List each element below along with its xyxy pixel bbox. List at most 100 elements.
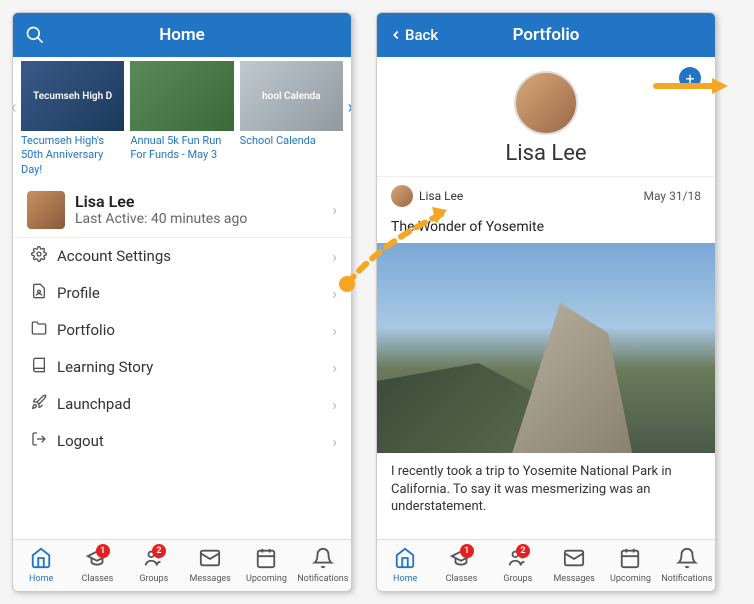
chevron-right-icon: › (332, 200, 337, 219)
chevron-right-icon: › (332, 321, 337, 340)
page-title: Portfolio (513, 25, 580, 45)
profile-subtitle: Last Active: 40 minutes ago (75, 211, 247, 227)
carousel-prev[interactable]: ‹ (13, 97, 16, 118)
news-card-caption[interactable]: School Calenda (240, 134, 343, 148)
post-author-name: Lisa Lee (419, 189, 463, 203)
post-date: May 31/18 (644, 189, 702, 203)
news-card-image: Tecumseh High D (21, 61, 124, 131)
back-label: Back (405, 26, 438, 44)
home-icon (394, 547, 416, 574)
profile-doc-icon (31, 283, 47, 303)
portfolio-header: Back Portfolio (377, 13, 715, 57)
chevron-right-icon: › (332, 247, 337, 266)
search-icon (25, 25, 45, 45)
tab-upcoming[interactable]: Upcoming (602, 540, 658, 591)
tab-home[interactable]: Home (377, 540, 433, 591)
tab-label: Notifications (661, 574, 712, 584)
menu-item-learning-story[interactable]: Learning Story › (13, 349, 351, 386)
logout-icon (31, 431, 47, 451)
news-card-caption[interactable]: Annual 5k Fun Run For Funds - May 3 (130, 134, 233, 163)
menu-item-label: Launchpad (57, 395, 131, 413)
tab-messages[interactable]: Messages (546, 540, 602, 591)
home-icon (30, 547, 52, 574)
tab-classes[interactable]: Classes 1 (69, 540, 125, 591)
chevron-right-icon: › (332, 432, 337, 451)
tab-notifications[interactable]: Notifications (295, 540, 351, 591)
gear-icon (31, 246, 47, 266)
chevron-right-icon: › (332, 395, 337, 414)
post-image (377, 243, 715, 453)
messages-icon (563, 547, 585, 574)
tab-groups[interactable]: Groups 2 (126, 540, 182, 591)
avatar (514, 71, 578, 135)
back-button[interactable]: Back (389, 26, 438, 44)
tab-badge: 2 (152, 544, 166, 558)
tab-upcoming[interactable]: Upcoming (238, 540, 294, 591)
menu-item-label: Account Settings (57, 247, 171, 265)
tab-label: Home (393, 574, 417, 584)
menu-item-label: Learning Story (57, 358, 153, 376)
upcoming-icon (255, 547, 277, 574)
book-icon (31, 357, 47, 377)
tab-badge: 1 (96, 544, 110, 558)
tab-groups[interactable]: Groups 2 (490, 540, 546, 591)
chevron-right-icon: › (332, 284, 337, 303)
tab-label: Classes (82, 574, 114, 584)
portfolio-user-header: + Lisa Lee (377, 57, 715, 177)
tab-classes[interactable]: Classes 1 (433, 540, 489, 591)
tab-badge: 1 (460, 544, 474, 558)
home-screen: Home ‹ Tecumseh High D Tecumseh High's 5… (12, 12, 352, 592)
messages-icon (199, 547, 221, 574)
folder-icon (31, 320, 47, 340)
menu-item-label: Portfolio (57, 321, 115, 339)
news-card-caption[interactable]: Tecumseh High's 50th Anniversary Day! (21, 134, 124, 177)
tab-label: Groups (139, 574, 168, 584)
menu-item-label: Profile (57, 284, 100, 302)
news-carousel: ‹ Tecumseh High D Tecumseh High's 50th A… (13, 57, 351, 183)
tab-bar: Home Classes 1 Groups 2 Messages Upcoming Notif… (13, 539, 351, 591)
post-body: I recently took a trip to Yosemite Natio… (377, 453, 715, 526)
menu-item-account-settings[interactable]: Account Settings › (13, 238, 351, 275)
tab-label: Upcoming (610, 574, 651, 584)
profile-name: Lisa Lee (75, 192, 247, 211)
tab-badge: 2 (516, 544, 530, 558)
tab-label: Upcoming (246, 574, 287, 584)
chevron-left-icon (389, 28, 403, 42)
tab-home[interactable]: Home (13, 540, 69, 591)
add-button[interactable]: + (679, 67, 701, 89)
plus-icon: + (685, 69, 694, 88)
menu-item-label: Logout (57, 432, 104, 450)
tab-label: Home (29, 574, 53, 584)
page-title: Home (159, 25, 205, 45)
news-card-image (130, 61, 233, 131)
menu-item-profile[interactable]: Profile › (13, 275, 351, 312)
tab-notifications[interactable]: Notifications (659, 540, 715, 591)
notifications-icon (676, 547, 698, 574)
post-header: Lisa Lee May 31/18 (377, 177, 715, 215)
home-header: Home (13, 13, 351, 57)
rocket-icon (31, 394, 47, 414)
tab-label: Groups (503, 574, 532, 584)
news-card[interactable]: Tecumseh High D Tecumseh High's 50th Ann… (21, 61, 124, 177)
menu-item-portfolio[interactable]: Portfolio › (13, 312, 351, 349)
chevron-right-icon: › (332, 358, 337, 377)
notifications-icon (312, 547, 334, 574)
news-card[interactable]: hool Calenda School Calenda (240, 61, 343, 148)
news-card[interactable]: Annual 5k Fun Run For Funds - May 3 (130, 61, 233, 163)
tab-label: Classes (446, 574, 478, 584)
portfolio-user-name: Lisa Lee (505, 141, 586, 166)
carousel-next[interactable]: › (348, 97, 351, 118)
portfolio-screen: Back Portfolio + Lisa Lee Lisa Lee May 3… (376, 12, 716, 592)
post-author-avatar (391, 185, 413, 207)
profile-row[interactable]: Lisa Lee Last Active: 40 minutes ago › (13, 183, 351, 238)
menu-item-launchpad[interactable]: Launchpad › (13, 386, 351, 423)
tab-label: Messages (190, 574, 231, 584)
news-card-image: hool Calenda (240, 61, 343, 131)
tab-label: Messages (554, 574, 595, 584)
tab-messages[interactable]: Messages (182, 540, 238, 591)
menu-item-logout[interactable]: Logout › (13, 423, 351, 460)
avatar (27, 191, 65, 229)
post-title: The Wonder of Yosemite (377, 215, 715, 243)
search-button[interactable] (25, 25, 45, 45)
tab-bar: Home Classes 1 Groups 2 Messages Upcoming Notif… (377, 539, 715, 591)
